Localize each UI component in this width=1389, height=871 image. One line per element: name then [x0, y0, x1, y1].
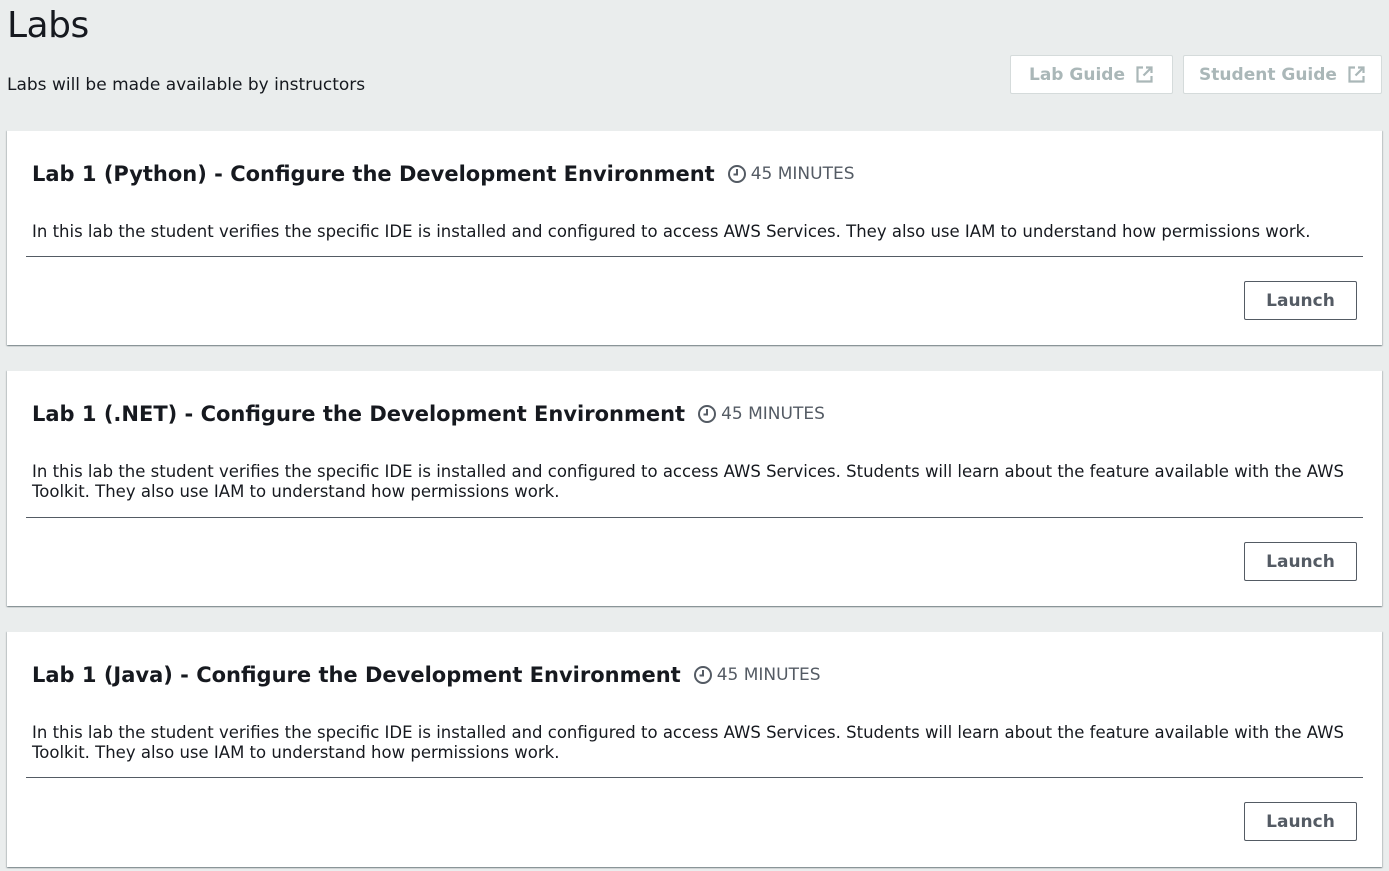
lab-duration-text: 45 MINUTES — [721, 404, 825, 424]
lab-card-header: Lab 1 (Python) - Configure the Developme… — [32, 161, 855, 187]
lab-card-header: Lab 1 (Java) - Configure the Development… — [32, 662, 821, 688]
lab-card: Lab 1 (Python) - Configure the Developme… — [7, 130, 1382, 345]
lab-divider — [26, 777, 1363, 778]
lab-duration: 45 MINUTES — [697, 404, 825, 424]
lab-description: In this lab the student verifies the spe… — [32, 723, 1344, 762]
lab-guide-label: Lab Guide — [1029, 64, 1125, 85]
page-title: Labs — [7, 5, 89, 46]
lab-title: Lab 1 (Python) - Configure the Developme… — [32, 162, 715, 186]
lab-divider — [26, 517, 1363, 518]
lab-title: Lab 1 (.NET) - Configure the Development… — [32, 402, 686, 426]
lab-card: Lab 1 (Java) - Configure the Development… — [7, 631, 1382, 867]
lab-card-header: Lab 1 (.NET) - Configure the Development… — [32, 401, 825, 427]
student-guide-label: Student Guide — [1199, 64, 1337, 85]
clock-icon — [693, 665, 713, 685]
lab-duration-text: 45 MINUTES — [750, 164, 855, 184]
launch-button[interactable]: Launch — [1244, 281, 1357, 320]
external-link-icon — [1347, 65, 1366, 84]
lab-description: In this lab the student verifies the spe… — [32, 462, 1344, 501]
lab-description: In this lab the student verifies the spe… — [32, 222, 1311, 241]
clock-icon — [727, 164, 747, 184]
lab-guide-button[interactable]: Lab Guide — [1010, 55, 1173, 94]
lab-title: Lab 1 (Java) - Configure the Development… — [32, 663, 681, 687]
external-link-icon — [1135, 65, 1154, 84]
lab-divider — [26, 256, 1363, 257]
lab-duration: 45 MINUTES — [693, 665, 821, 685]
student-guide-button[interactable]: Student Guide — [1183, 55, 1382, 94]
launch-button[interactable]: Launch — [1244, 802, 1357, 841]
page-subtitle: Labs will be made available by instructo… — [7, 75, 366, 95]
lab-duration-text: 45 MINUTES — [716, 665, 821, 685]
clock-icon — [697, 404, 717, 424]
launch-button[interactable]: Launch — [1244, 542, 1357, 581]
lab-duration: 45 MINUTES — [727, 164, 855, 184]
lab-card: Lab 1 (.NET) - Configure the Development… — [7, 370, 1382, 606]
